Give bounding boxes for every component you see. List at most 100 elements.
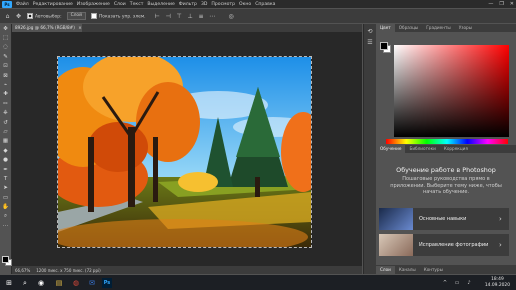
history-brush-tool-icon[interactable]: ↺ [0,118,11,127]
move-tool-icon[interactable]: ✥ [0,24,11,33]
menu-file[interactable]: Файл [16,2,29,7]
eraser-tool-icon[interactable]: ▱ [0,127,11,136]
menu-view[interactable]: Просмотр [211,2,235,7]
document-tab[interactable]: 8926.jpg @ 66,7% (RGB/8#) × [12,24,82,32]
pen-tool-icon[interactable]: ✒ [0,165,11,174]
rectangle-tool-icon[interactable]: ▭ [0,193,11,202]
align-left-icon[interactable]: ⊢ [154,13,161,20]
file-explorer-icon[interactable]: ▤ [54,278,64,288]
color-picker-field[interactable] [394,45,509,137]
crop-tool-icon[interactable]: ⊡ [0,62,11,71]
foreground-color-chip[interactable] [380,42,388,50]
healing-brush-tool-icon[interactable]: ✚ [0,90,11,99]
start-icon[interactable]: ⊞ [4,278,14,288]
document-tab-close[interactable]: × [78,25,82,30]
lesson-fix-photo[interactable]: Исправление фотографии › [379,234,509,256]
taskbar-clock[interactable]: 18:49 14.09.2020 [485,277,510,288]
menu-help[interactable]: Справка [255,2,275,7]
tab-paths[interactable]: Контуры [420,266,447,274]
chevron-right-icon: › [499,215,502,223]
autoselect-dropdown[interactable]: Слой [66,12,86,20]
brush-tool-icon[interactable]: ✏ [0,99,11,108]
photoshop-taskbar-icon[interactable]: Ps [102,278,112,288]
autumn-park-photo [58,57,311,247]
options-bar: ⌂ ✥ Автовыбор: Слой Показать упр. элем. … [0,9,516,23]
tab-learn[interactable]: Обучение [376,145,406,153]
color-spectrum-bar[interactable] [386,139,508,144]
menu-edit[interactable]: Редактирование [33,2,73,7]
zoom-tool-icon[interactable]: ⌕ [0,212,11,221]
steam-icon[interactable]: ◉ [36,278,46,288]
lesson-label: Основные навыки [419,216,467,222]
tab-adjustments[interactable]: Коррекция [440,145,472,153]
show-controls-label: Показать упр. элем. [98,14,146,20]
hand-tool-icon[interactable]: ✋ [0,202,11,211]
learn-panel-tabs: Обучение Библиотеки Коррекция [376,145,516,153]
align-middle-icon[interactable]: ≡ [198,13,205,20]
home-icon[interactable]: ⌂ [4,13,11,20]
gradient-tool-icon[interactable]: ▦ [0,137,11,146]
lesson-thumbnail [379,234,413,256]
chrome-icon[interactable]: ◍ [71,278,81,288]
blur-tool-icon[interactable]: ◆ [0,146,11,155]
more-tools-icon[interactable]: ⋯ [0,221,11,230]
menu-bar: Ps Файл Редактирование Изображение Слои … [0,0,516,8]
lesson-thumbnail [379,208,413,230]
tab-libraries[interactable]: Библиотеки [405,145,439,153]
document-info: 1200 пикс. x 750 пикс. (72 ppi) [36,267,101,273]
menu-select[interactable]: Выделение [147,2,174,7]
tab-layers[interactable]: Слои [376,265,395,274]
document-tab-title: 8926.jpg @ 66,7% (RGB/8#) [15,25,75,30]
align-right-icon[interactable]: ⊤ [176,13,183,20]
minimize-button[interactable]: — [488,1,493,7]
clone-stamp-tool-icon[interactable]: ⎈ [0,109,11,118]
menu-3d[interactable]: 3D [201,2,207,7]
layers-panel-tabs: Слои Каналы Контуры [376,265,516,274]
menu-text[interactable]: Текст [130,2,144,7]
tab-swatches[interactable]: Образцы [395,24,423,32]
zoom-level[interactable]: 66,67% [15,268,30,273]
move-tool-icon[interactable]: ✥ [15,13,22,20]
properties-panel-icon[interactable]: ☰ [364,39,376,46]
menu-window[interactable]: Окно [239,2,251,7]
show-controls-checkbox[interactable]: Показать упр. элем. [90,12,146,20]
document-image[interactable] [57,56,312,248]
tab-gradients[interactable]: Градиенты [422,24,454,32]
marquee-tool-icon[interactable]: ⬚ [0,33,11,42]
lasso-tool-icon[interactable]: ◌ [0,43,11,52]
app-icon[interactable]: ✉ [87,278,97,288]
autoselect-label: Автовыбор: [35,14,62,20]
menu-layers[interactable]: Слои [114,2,126,7]
learn-title: Обучение работе в Photoshop [396,166,496,174]
more-options-icon[interactable]: ⋯ [209,13,216,20]
menu-image[interactable]: Изображение [77,2,110,7]
align-top-icon[interactable]: ⊥ [187,13,194,20]
tools-panel: ✥ ⬚ ◌ ✎ ⊡ ⊠ ⌁ ✚ ✏ ⎈ ↺ ▱ ▦ ◆ ● ✒ T ➤ ▭ ✋ … [0,24,12,274]
lesson-label: Исправление фотографии [419,242,489,248]
tab-color[interactable]: Цвет [376,24,395,32]
search-icon[interactable]: ⌕ [20,278,30,288]
menu-filter[interactable]: Фильтр [179,2,197,7]
path-select-tool-icon[interactable]: ➤ [0,184,11,193]
status-bar: 66,67% 1200 пикс. x 750 пикс. (72 ppi) [12,266,362,274]
history-panel-icon[interactable]: ⟲ [364,28,376,35]
type-tool-icon[interactable]: T [0,174,11,183]
restore-button[interactable]: ❐ [499,1,503,7]
clock-date: 14.09.2020 [484,282,510,288]
frame-tool-icon[interactable]: ⊠ [0,71,11,80]
tab-patterns[interactable]: Узоры [455,24,476,32]
align-center-icon[interactable]: ⊣ [165,13,172,20]
tab-channels[interactable]: Каналы [395,266,420,274]
eyedropper-tool-icon[interactable]: ⌁ [0,80,11,89]
foreground-color-swatch[interactable] [2,256,9,263]
volume-icon[interactable]: ♪ [464,278,474,288]
tray-up-arrow-icon[interactable]: ^ [440,278,450,288]
dodge-tool-icon[interactable]: ● [0,155,11,164]
3d-mode-icon[interactable]: ◎ [228,13,235,20]
close-window-button[interactable]: ✕ [510,1,514,7]
network-icon[interactable]: ▭ [452,278,462,288]
quick-select-tool-icon[interactable]: ✎ [0,52,11,61]
lesson-basic-skills[interactable]: Основные навыки › [379,208,509,230]
learn-description: Пошаговые руководства прямо в приложении… [390,176,502,195]
autoselect-checkbox[interactable]: Автовыбор: [27,12,62,20]
